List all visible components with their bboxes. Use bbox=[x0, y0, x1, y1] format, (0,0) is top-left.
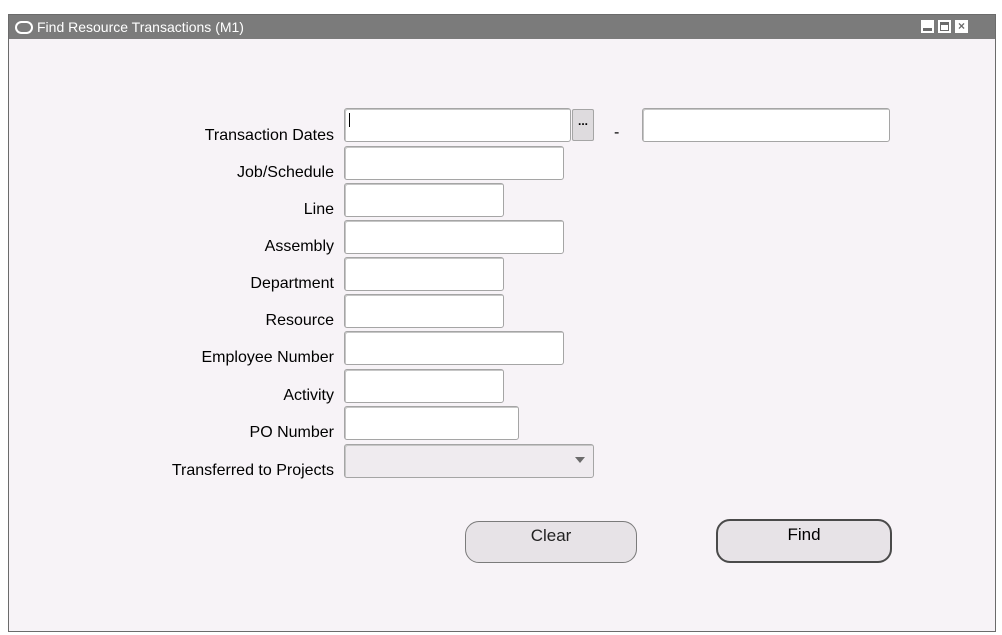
department-field[interactable] bbox=[344, 257, 504, 291]
activity-field[interactable] bbox=[344, 369, 504, 403]
transferred-to-projects-label: Transferred to Projects bbox=[171, 462, 334, 479]
employee-number-label: Employee Number bbox=[201, 349, 335, 366]
find-button-label: Find bbox=[787, 525, 821, 544]
po-number-label: PO Number bbox=[249, 424, 334, 441]
title-bar[interactable]: Find Resource Transactions (M1) × bbox=[9, 15, 995, 39]
transaction-date-to-field[interactable] bbox=[642, 108, 890, 142]
minimize-icon[interactable] bbox=[921, 20, 934, 33]
transferred-to-projects-select[interactable] bbox=[344, 444, 594, 478]
department-label: Department bbox=[250, 275, 334, 292]
po-number-field[interactable] bbox=[344, 406, 519, 440]
transaction-dates-label: Transaction Dates bbox=[204, 127, 334, 144]
background-strip bbox=[0, 0, 1002, 8]
oracle-app-icon bbox=[15, 21, 33, 34]
job-schedule-field[interactable] bbox=[344, 146, 564, 180]
close-icon[interactable]: × bbox=[955, 20, 968, 33]
clear-button-label: Clear bbox=[530, 526, 572, 545]
activity-label: Activity bbox=[283, 387, 334, 404]
job-schedule-label: Job/Schedule bbox=[237, 164, 334, 181]
find-button[interactable]: Find bbox=[716, 519, 892, 563]
date-range-separator: - bbox=[614, 124, 620, 141]
text-cursor bbox=[349, 113, 350, 127]
transaction-date-from-field[interactable] bbox=[344, 108, 571, 142]
assembly-field[interactable] bbox=[344, 220, 564, 254]
clear-button[interactable]: Clear bbox=[465, 521, 637, 563]
employee-number-field[interactable] bbox=[344, 331, 564, 365]
resource-label: Resource bbox=[265, 312, 334, 329]
assembly-label: Assembly bbox=[264, 238, 334, 255]
window-title: Find Resource Transactions (M1) bbox=[37, 19, 244, 35]
line-field[interactable] bbox=[344, 183, 504, 217]
resource-field[interactable] bbox=[344, 294, 504, 328]
line-label: Line bbox=[303, 201, 334, 218]
chevron-down-icon bbox=[575, 457, 585, 463]
date-picker-button[interactable]: ... bbox=[572, 109, 594, 141]
maximize-icon[interactable] bbox=[938, 20, 951, 33]
